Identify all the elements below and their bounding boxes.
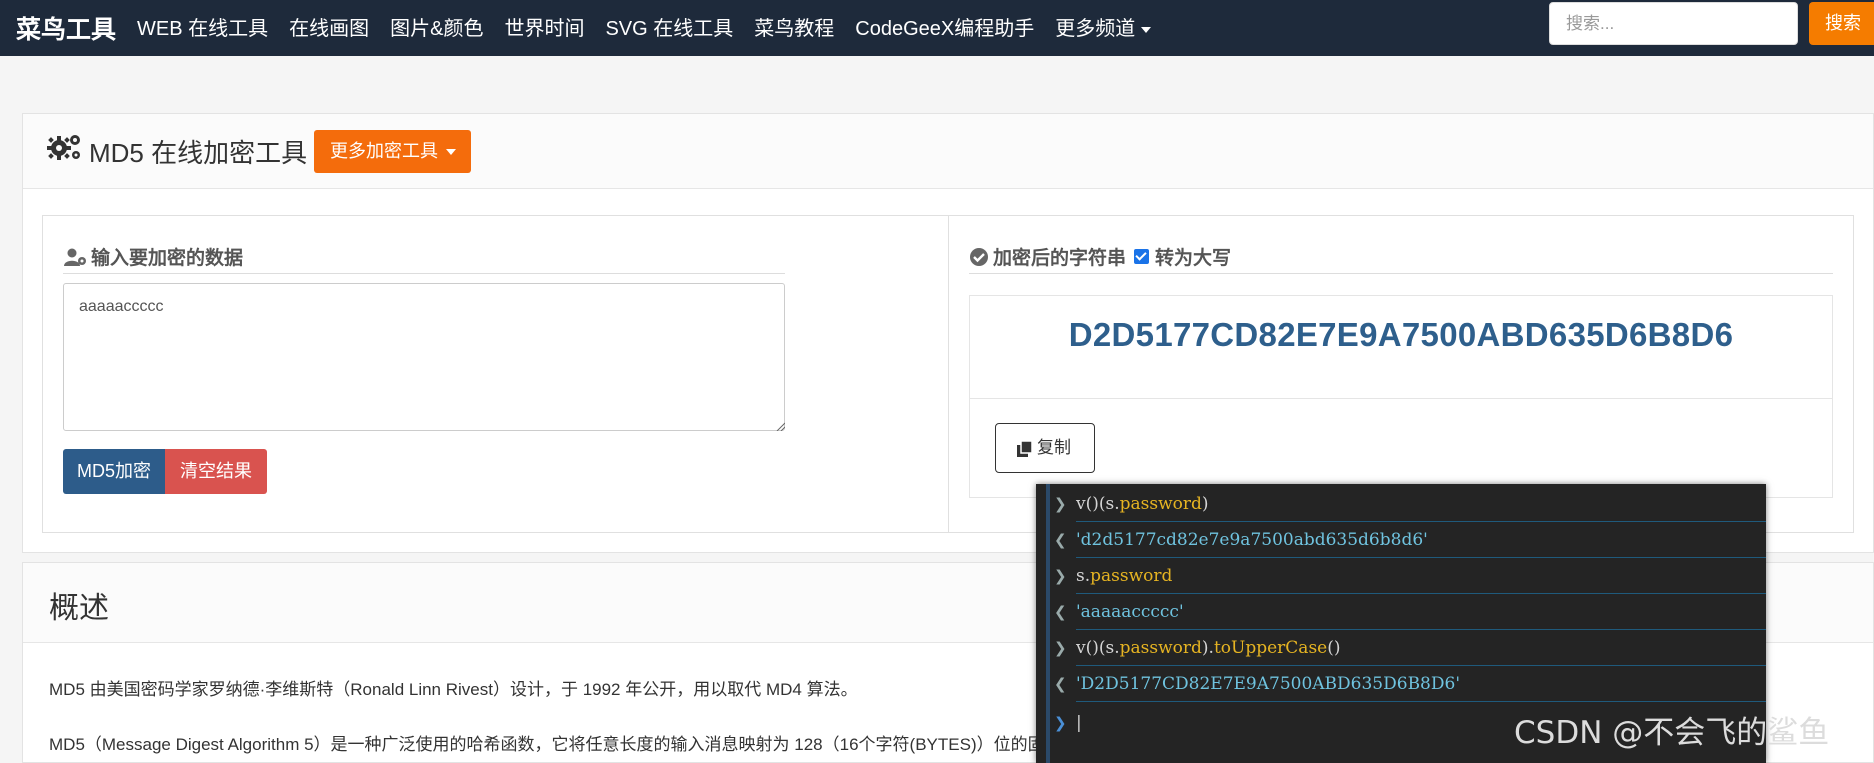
output-label: 加密后的字符串 (993, 248, 1127, 269)
console-string: 'aaaaaccccc' (1076, 602, 1184, 622)
chevron-right-icon: ❯ (1054, 639, 1067, 657)
overview-title: 概述 (49, 592, 109, 625)
copy-icon (1017, 439, 1033, 457)
copy-button[interactable]: 复制 (995, 423, 1095, 473)
console-code: () (1327, 638, 1341, 658)
more-tools-label: 更多加密工具 (330, 141, 438, 161)
uppercase-label: 转为大写 (1155, 248, 1232, 269)
console-prop: password (1090, 566, 1173, 586)
divider (969, 273, 1833, 274)
caret-down-icon (446, 149, 456, 156)
site-logo[interactable]: 菜鸟工具 (16, 10, 116, 46)
nav-link-world-time[interactable]: 世界时间 (504, 12, 584, 41)
output-section-title: 加密后的字符串 转为大写 (969, 243, 1231, 270)
clear-result-button[interactable]: 清空结果 (165, 449, 267, 494)
return-arrow-icon: ❮ (1054, 675, 1067, 693)
input-label: 输入要加密的数据 (91, 248, 244, 269)
resize-handle-icon[interactable] (775, 421, 785, 431)
nav-link-draw[interactable]: 在线画图 (289, 12, 369, 41)
nav-links: WEB 在线工具 在线画图 图片&颜色 世界时间 SVG 在线工具 菜鸟教程 C… (137, 12, 1172, 41)
prompt-cursor: | (1076, 713, 1082, 733)
overview-paragraph-2: MD5（Message Digest Algorithm 5）是一种广泛使用的哈… (49, 735, 1147, 754)
nav-more-channels-dropdown[interactable]: 更多频道 (1055, 12, 1152, 41)
console-input-line: ❯ v()(s.password) (1054, 486, 1766, 522)
input-section-title: 输入要加密的数据 (63, 243, 243, 270)
return-arrow-icon: ❮ (1054, 603, 1067, 621)
console-method: toUpperCase (1213, 638, 1328, 658)
console-code: v()(s. (1076, 494, 1120, 514)
check-circle-icon (970, 247, 988, 266)
console-input-line: ❯ v()(s.password).toUpperCase() (1054, 630, 1766, 666)
console-output-line: ❮ 'D2D5177CD82E7E9A7500ABD635D6B8D6' (1054, 666, 1766, 702)
console-prop: password (1119, 638, 1202, 658)
console-code: s. (1076, 566, 1091, 586)
nav-link-codegeex[interactable]: CodeGeeX编程助手 (855, 12, 1034, 41)
console-code: v()(s. (1076, 638, 1120, 658)
chevron-right-icon: ❯ (1054, 567, 1067, 585)
overview-paragraph-1: MD5 由美国密码学家罗纳德·李维斯特（Ronald Linn Rivest）设… (49, 680, 858, 699)
nav-link-web-tools[interactable]: WEB 在线工具 (137, 12, 268, 41)
chevron-right-icon: ❯ (1054, 495, 1067, 513)
console-output-line: ❮ 'd2d5177cd82e7e9a7500abd635d6b8d6' (1054, 522, 1766, 558)
input-textarea[interactable]: aaaaaccccc (63, 283, 785, 431)
watermark: CSDN @不会飞的鲨鱼 (1514, 715, 1830, 751)
search-input[interactable]: 搜索... (1549, 2, 1798, 45)
return-arrow-icon: ❮ (1054, 531, 1067, 549)
divider (63, 273, 785, 274)
md5-encrypt-button[interactable]: MD5加密 (63, 449, 165, 494)
result-box: D2D5177CD82E7E9A7500ABD635D6B8D6 复制 (969, 295, 1833, 498)
console-code: ). (1201, 638, 1214, 658)
console-string: 'd2d5177cd82e7e9a7500abd635d6b8d6' (1076, 530, 1428, 550)
search-button[interactable]: 搜索 (1809, 2, 1874, 45)
panel-header: MD5 在线加密工具 更多加密工具 (23, 114, 1873, 189)
console-string: 'D2D5177CD82E7E9A7500ABD635D6B8D6' (1076, 674, 1460, 694)
gears-icon (47, 132, 83, 167)
console-code: ) (1201, 494, 1209, 514)
uppercase-checkbox[interactable] (1134, 249, 1150, 264)
nav-link-svg-tools[interactable]: SVG 在线工具 (605, 12, 733, 41)
console-prop: password (1119, 494, 1202, 514)
console-output-line: ❮ 'aaaaaccccc' (1054, 594, 1766, 630)
prompt-chevron-icon: ❯ (1054, 714, 1067, 732)
input-section: 输入要加密的数据 aaaaaccccc MD5加密 清空结果 (42, 215, 948, 533)
more-encryption-tools-button[interactable]: 更多加密工具 (314, 130, 471, 173)
user-gear-icon (64, 248, 86, 266)
caret-down-icon (1141, 26, 1152, 33)
nav-link-image-color[interactable]: 图片&颜色 (390, 12, 483, 41)
md5-result-text: D2D5177CD82E7E9A7500ABD635D6B8D6 (1068, 316, 1734, 353)
console-input-line: ❯ s.password (1054, 558, 1766, 594)
more-channels-label: 更多频道 (1055, 18, 1136, 40)
divider (970, 398, 1832, 399)
top-navbar: 菜鸟工具 WEB 在线工具 在线画图 图片&颜色 世界时间 SVG 在线工具 菜… (0, 0, 1874, 56)
page-title: MD5 在线加密工具 (89, 138, 308, 168)
nav-link-tutorials[interactable]: 菜鸟教程 (754, 12, 834, 41)
copy-label: 复制 (1037, 438, 1071, 457)
